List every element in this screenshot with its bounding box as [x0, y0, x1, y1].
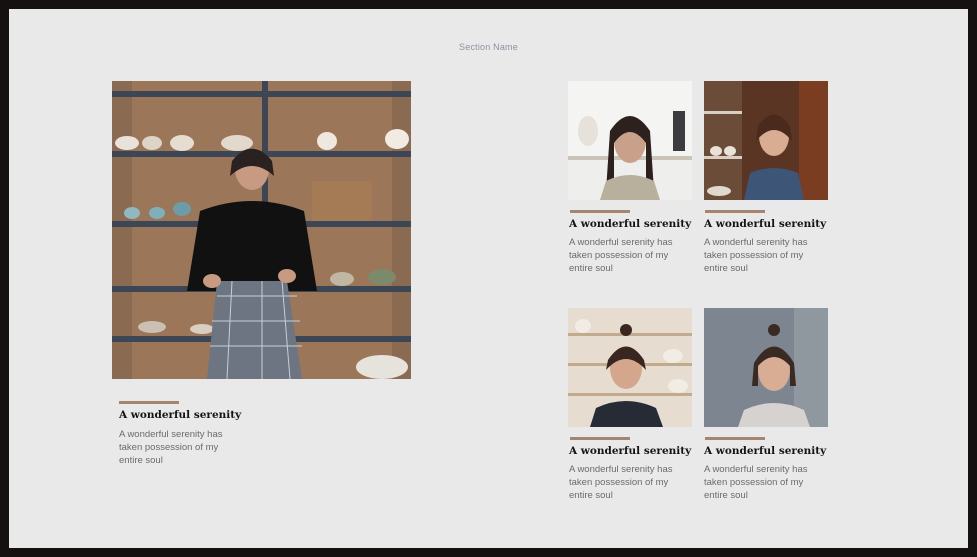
- card-text-1: A wonderful serenity has taken possessio…: [569, 237, 673, 274]
- featured-accent-bar: [119, 401, 179, 404]
- featured-title: A wonderful serenity: [119, 409, 242, 421]
- card-accent-bar-2: [705, 210, 765, 213]
- card-title-2: A wonderful serenity: [704, 218, 827, 230]
- card-accent-bar-1: [570, 210, 630, 213]
- section-name: Section Name: [459, 42, 518, 52]
- card-text-3: A wonderful serenity has taken possessio…: [569, 464, 673, 501]
- card-title-3: A wonderful serenity: [569, 445, 692, 457]
- page-canvas: Section Name A wonderful serenity A wond…: [9, 9, 968, 548]
- card-title-4: A wonderful serenity: [704, 445, 827, 457]
- card-text-4: A wonderful serenity has taken possessio…: [704, 464, 808, 501]
- card-title-1: A wonderful serenity: [569, 218, 692, 230]
- card-photo-3: [568, 308, 692, 427]
- featured-text: A wonderful serenity has taken possessio…: [119, 429, 223, 466]
- card-text-2: A wonderful serenity has taken possessio…: [704, 237, 808, 274]
- card-photo-1: [568, 81, 692, 200]
- card-photo-4: [704, 308, 828, 427]
- card-photo-2: [704, 81, 828, 200]
- card-accent-bar-3: [570, 437, 630, 440]
- featured-photo: [112, 81, 411, 379]
- card-accent-bar-4: [705, 437, 765, 440]
